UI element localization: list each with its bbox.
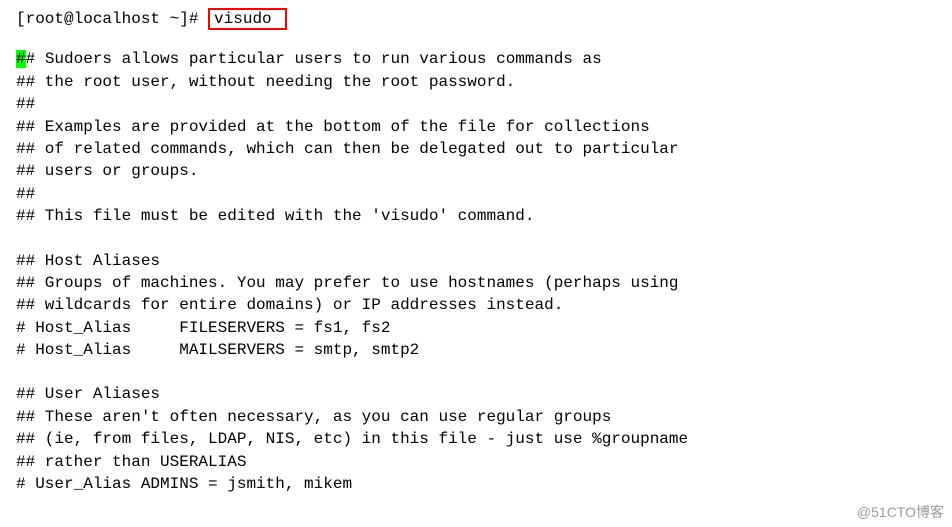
file-text: ## Host Aliases bbox=[16, 252, 160, 270]
command-highlight-box: visudo bbox=[208, 8, 287, 30]
file-text: ## of related commands, which can then b… bbox=[16, 140, 679, 158]
file-text: ## These aren't often necessary, as you … bbox=[16, 408, 611, 426]
blank-line bbox=[16, 361, 936, 383]
file-line: ## This file must be edited with the 'vi… bbox=[16, 205, 936, 227]
file-text: ## Groups of machines. You may prefer to… bbox=[16, 274, 679, 292]
file-line: ## the root user, without needing the ro… bbox=[16, 71, 936, 93]
file-line: # User_Alias ADMINS = jsmith, mikem bbox=[16, 473, 936, 495]
file-text: # Sudoers allows particular users to run… bbox=[26, 50, 602, 68]
file-text: ## User Aliases bbox=[16, 385, 160, 403]
file-text: ## (ie, from files, LDAP, NIS, etc) in t… bbox=[16, 430, 688, 448]
file-line: ## bbox=[16, 183, 936, 205]
file-line: ## of related commands, which can then b… bbox=[16, 138, 936, 160]
file-text: ## bbox=[16, 185, 35, 203]
file-line: ## Groups of machines. You may prefer to… bbox=[16, 272, 936, 294]
shell-command: visudo bbox=[214, 10, 272, 28]
file-line: ## bbox=[16, 93, 936, 115]
file-line: ## (ie, from files, LDAP, NIS, etc) in t… bbox=[16, 428, 936, 450]
file-text: # Host_Alias MAILSERVERS = smtp, smtp2 bbox=[16, 341, 419, 359]
file-text: ## rather than USERALIAS bbox=[16, 453, 246, 471]
file-line: # Host_Alias MAILSERVERS = smtp, smtp2 bbox=[16, 339, 936, 361]
file-text: # User_Alias ADMINS = jsmith, mikem bbox=[16, 475, 352, 493]
file-line: ## rather than USERALIAS bbox=[16, 451, 936, 473]
watermark-text: @51CTO博客 bbox=[857, 503, 944, 523]
file-line: ## wildcards for entire domains) or IP a… bbox=[16, 294, 936, 316]
file-text: ## bbox=[16, 95, 35, 113]
file-line: ## Examples are provided at the bottom o… bbox=[16, 116, 936, 138]
file-text: ## Examples are provided at the bottom o… bbox=[16, 118, 650, 136]
file-text: ## wildcards for entire domains) or IP a… bbox=[16, 296, 563, 314]
file-line: # Host_Alias FILESERVERS = fs1, fs2 bbox=[16, 317, 936, 339]
shell-prompt-line: [root@localhost ~]# visudo bbox=[16, 8, 936, 30]
file-line: ## These aren't often necessary, as you … bbox=[16, 406, 936, 428]
file-text: # Host_Alias FILESERVERS = fs1, fs2 bbox=[16, 319, 390, 337]
file-line: ## User Aliases bbox=[16, 383, 936, 405]
file-text: ## users or groups. bbox=[16, 162, 198, 180]
shell-prompt-prefix: [root@localhost ~]# bbox=[16, 10, 198, 28]
file-line-cursor: ## Sudoers allows particular users to ru… bbox=[16, 48, 936, 70]
file-line: ## Host Aliases bbox=[16, 250, 936, 272]
blank-line bbox=[16, 228, 936, 250]
file-text: ## This file must be edited with the 'vi… bbox=[16, 207, 534, 225]
cursor-icon: # bbox=[16, 50, 26, 68]
file-line: ## users or groups. bbox=[16, 160, 936, 182]
file-text: ## the root user, without needing the ro… bbox=[16, 73, 515, 91]
